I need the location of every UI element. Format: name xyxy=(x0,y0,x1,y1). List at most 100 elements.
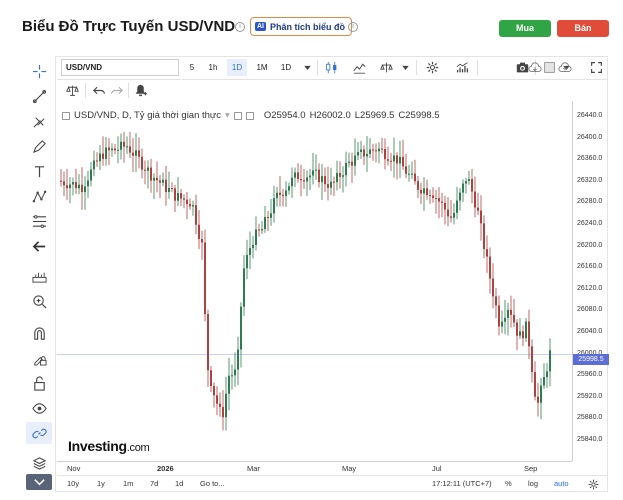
chart-settings-gear-icon[interactable] xyxy=(584,476,602,493)
cloud-upload-icon[interactable] xyxy=(556,59,574,76)
candle xyxy=(228,357,230,411)
zoom-icon[interactable] xyxy=(30,292,48,310)
price-axis[interactable]: 26440.0 26400.0 26360.0 26320.0 26280.0 26240… xyxy=(572,101,609,461)
candle xyxy=(291,167,293,198)
candle xyxy=(294,167,296,188)
lock-draw-icon[interactable] xyxy=(30,349,48,367)
crosshair-icon[interactable] xyxy=(30,62,48,80)
fullscreen-icon[interactable] xyxy=(587,59,605,76)
candlestick-chart[interactable] xyxy=(57,101,572,461)
candle xyxy=(231,364,233,390)
pattern-icon[interactable] xyxy=(30,187,48,205)
candle xyxy=(183,194,185,209)
symbol-input[interactable]: USD/VND xyxy=(61,59,179,76)
interval-dropdown-icon[interactable] xyxy=(298,59,316,76)
auto-scale-button[interactable]: auto xyxy=(554,479,569,488)
timeframe-1h[interactable]: 1h xyxy=(203,59,223,76)
timeframe-5[interactable]: 5 xyxy=(185,59,199,76)
sell-button[interactable]: Bán xyxy=(557,20,609,37)
range-10y[interactable]: 10y xyxy=(67,479,79,488)
buy-button[interactable]: Mua xyxy=(499,20,551,37)
candle xyxy=(327,166,329,201)
candle xyxy=(402,139,404,170)
candle xyxy=(192,200,194,216)
chart-analysis-button[interactable]: AI Phân tích biểu đồ xyxy=(250,17,353,36)
candle xyxy=(387,146,389,166)
candle xyxy=(330,167,332,196)
timeframe-1d[interactable]: 1D xyxy=(227,59,247,76)
candle xyxy=(372,143,374,161)
candle xyxy=(495,287,497,319)
candle xyxy=(60,169,62,187)
log-scale-button[interactable]: log xyxy=(528,479,538,488)
candle xyxy=(351,152,353,183)
link-icon[interactable] xyxy=(26,422,52,444)
range-1d[interactable]: 1d xyxy=(175,479,183,488)
candle xyxy=(222,390,224,431)
candle xyxy=(249,231,251,270)
candle xyxy=(378,142,380,164)
scales-icon[interactable] xyxy=(63,82,81,99)
indicators-icon[interactable] xyxy=(350,59,368,76)
candle xyxy=(441,192,443,218)
candle xyxy=(204,229,206,322)
legend-close-icon[interactable] xyxy=(245,111,254,120)
unlock-icon[interactable] xyxy=(30,374,48,392)
info-icon[interactable]: i xyxy=(235,22,245,32)
undo-icon[interactable] xyxy=(90,82,108,99)
arrow-left-icon[interactable] xyxy=(30,237,48,255)
candle xyxy=(321,163,323,201)
candle xyxy=(108,138,110,165)
text-icon[interactable] xyxy=(30,162,48,180)
candle xyxy=(237,336,239,386)
redo-icon[interactable] xyxy=(107,82,125,99)
candle xyxy=(177,177,179,207)
eye-icon[interactable] xyxy=(30,399,48,417)
cloud-save-icon[interactable] xyxy=(526,59,544,76)
chart-clock: 17:12:11 (UTC+7) xyxy=(432,479,492,488)
pencil-icon[interactable] xyxy=(30,137,48,155)
magnet-icon[interactable] xyxy=(30,324,48,342)
candle xyxy=(477,192,479,216)
alert-bell-icon[interactable] xyxy=(131,82,149,99)
candle xyxy=(390,152,392,172)
candle xyxy=(489,247,491,294)
layers-icon[interactable] xyxy=(30,454,48,472)
brush-icon[interactable] xyxy=(30,112,48,130)
ai-badge: AI xyxy=(255,22,266,31)
range-1y[interactable]: 1y xyxy=(97,479,105,488)
price-tick: 26040.0 xyxy=(577,328,603,335)
candle xyxy=(435,190,437,214)
compare-dropdown-icon[interactable] xyxy=(396,59,414,76)
percent-scale-button[interactable]: % xyxy=(505,479,512,488)
secondary-toolbar xyxy=(57,80,157,101)
candle xyxy=(216,386,218,416)
candle xyxy=(72,177,74,196)
range-7d[interactable]: 7d xyxy=(150,479,158,488)
candle xyxy=(498,295,500,336)
candle xyxy=(186,191,188,220)
fibonacci-icon[interactable] xyxy=(30,212,48,230)
trendline-icon[interactable] xyxy=(30,87,48,105)
candle xyxy=(297,163,299,183)
ruler-icon[interactable] xyxy=(30,267,48,285)
chevron-down-icon[interactable] xyxy=(26,474,52,490)
volume-bars-icon[interactable] xyxy=(453,59,471,76)
candle xyxy=(513,298,515,328)
settings-gear-icon[interactable] xyxy=(423,59,441,76)
price-tick: 25880.0 xyxy=(577,414,603,422)
info-icon[interactable]: i xyxy=(348,22,358,32)
range-1m[interactable]: 1m xyxy=(123,479,133,488)
collapse-legend-icon[interactable] xyxy=(62,111,70,120)
goto-date-button[interactable]: Go to... xyxy=(200,479,225,488)
legend-low: L25969.5 xyxy=(354,110,395,121)
candle xyxy=(309,168,311,191)
candle xyxy=(243,255,245,316)
candle xyxy=(270,198,272,226)
compare-icon[interactable] xyxy=(377,59,395,76)
legend-settings-icon[interactable] xyxy=(233,111,242,120)
candle xyxy=(195,194,197,235)
time-axis[interactable]: Nov 2026 Mar May Jul Sep xyxy=(57,461,572,475)
candle xyxy=(138,137,140,169)
candles-icon[interactable] xyxy=(322,59,340,76)
